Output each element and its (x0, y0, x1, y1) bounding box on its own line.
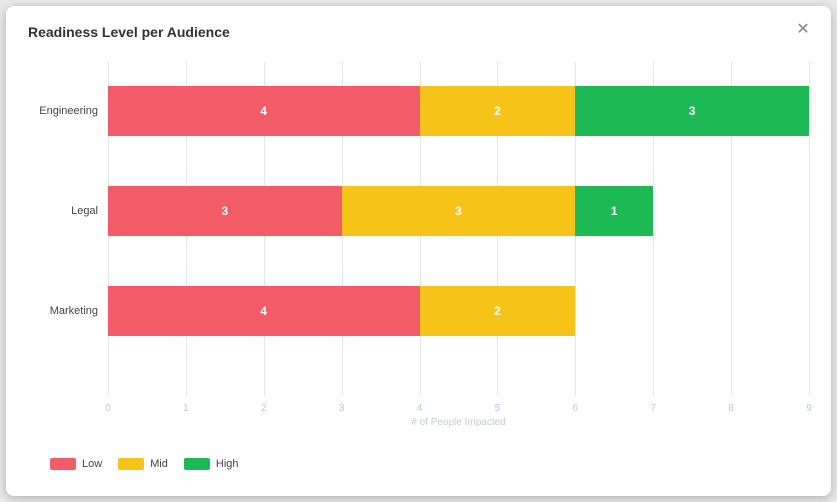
x-axis-label: # of People Impacted (108, 417, 809, 428)
legend-item-high: High (184, 458, 239, 470)
x-tick: 2 (261, 403, 267, 414)
x-tick: 1 (183, 403, 189, 414)
bar-segment-low: 4 (108, 286, 420, 336)
bar-segment-mid: 2 (420, 86, 576, 136)
bar-segment-high: 1 (575, 186, 653, 236)
category-label: Legal (28, 205, 108, 217)
close-icon: ✕ (796, 22, 809, 38)
legend-label: Low (82, 458, 102, 470)
close-button[interactable]: ✕ (793, 20, 813, 40)
x-tick: 0 (105, 403, 111, 414)
chart-area: 42333142 # of People Impacted 0123456789… (28, 61, 809, 426)
legend-item-low: Low (50, 458, 102, 470)
x-tick: 8 (728, 403, 734, 414)
plot-area: 42333142 (108, 61, 809, 396)
bar-segment-high: 3 (575, 86, 809, 136)
x-tick: 4 (417, 403, 423, 414)
legend-label: High (216, 458, 239, 470)
x-tick: 3 (339, 403, 345, 414)
bar-segment-mid: 2 (420, 286, 576, 336)
chart-title: Readiness Level per Audience (28, 24, 809, 40)
bar-segment-low: 3 (108, 186, 342, 236)
legend-swatch (118, 458, 144, 470)
bar-segment-low: 4 (108, 86, 420, 136)
legend: Low Mid High (50, 458, 239, 470)
legend-swatch (50, 458, 76, 470)
bar-row: 331 (108, 186, 809, 236)
x-tick: 6 (573, 403, 579, 414)
x-tick: 7 (650, 403, 656, 414)
bar-row: 423 (108, 86, 809, 136)
modal-card: Readiness Level per Audience ✕ 42333142 … (6, 6, 831, 496)
category-label: Engineering (28, 105, 108, 117)
legend-item-mid: Mid (118, 458, 168, 470)
bar-row: 42 (108, 286, 809, 336)
category-label: Marketing (28, 305, 108, 317)
bar-segment-mid: 3 (342, 186, 576, 236)
legend-label: Mid (150, 458, 168, 470)
grid-line (809, 61, 810, 396)
legend-swatch (184, 458, 210, 470)
x-tick: 9 (806, 403, 812, 414)
x-tick: 5 (495, 403, 501, 414)
